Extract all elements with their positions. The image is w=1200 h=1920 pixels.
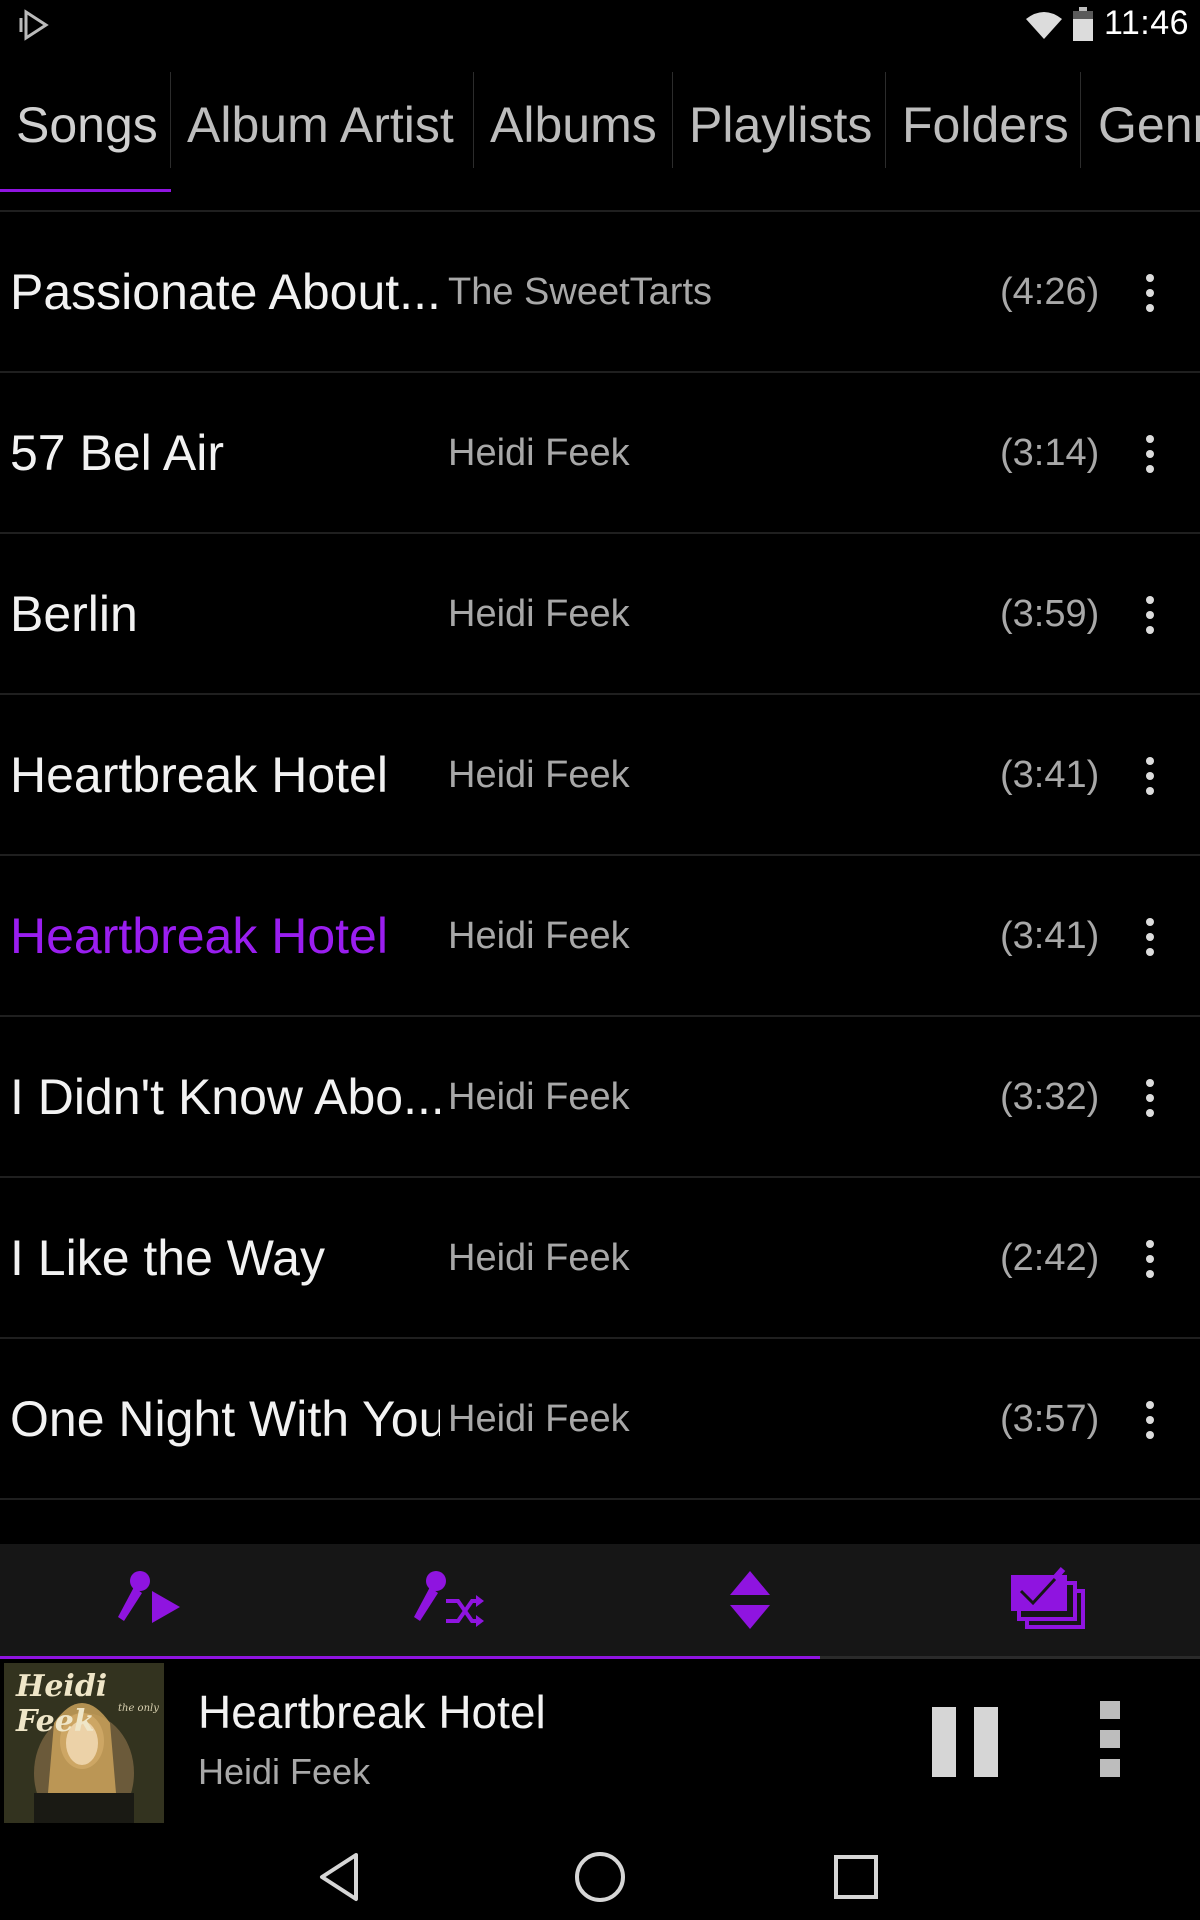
tab-folders[interactable]: Folders [902, 62, 1069, 174]
song-title: One Night With You [10, 1391, 440, 1447]
song-duration: (3:59) [1000, 593, 1100, 635]
overflow-menu-icon[interactable] [1130, 1073, 1170, 1123]
song-duration: (3:41) [1000, 754, 1100, 796]
song-artist: The SweetTarts [448, 271, 712, 313]
overflow-menu-icon[interactable] [1130, 751, 1170, 801]
song-artist: Heidi Feek [448, 915, 630, 957]
song-row[interactable]: 57 Bel Air Heidi Feek (3:14) [0, 373, 1200, 534]
tab-divider [170, 72, 171, 168]
now-playing-bar[interactable]: Heidi Feek the only Heartbreak Hotel Hei… [0, 1659, 1200, 1829]
album-art[interactable]: Heidi Feek the only [4, 1663, 164, 1823]
song-artist: Heidi Feek [448, 432, 630, 474]
recents-icon[interactable] [826, 1847, 886, 1907]
status-bar: 11:46 [0, 0, 1200, 50]
song-title: I Didn't Know Abo... [10, 1069, 440, 1125]
action-bar [0, 1544, 1200, 1656]
home-icon[interactable] [570, 1847, 630, 1907]
album-art-subtitle: the only [118, 1703, 159, 1714]
song-title: Berlin [10, 586, 138, 642]
tab-divider [672, 72, 673, 168]
battery-icon [1073, 7, 1093, 41]
song-duration: (3:32) [1000, 1076, 1100, 1118]
song-duration: (3:41) [1000, 915, 1100, 957]
song-row[interactable]: I Didn't Know Abo... Heidi Feek (3:32) [0, 1017, 1200, 1178]
tab-album-artist[interactable]: Album Artist [187, 62, 454, 174]
sort-icon [730, 1571, 770, 1629]
song-artist: Heidi Feek [448, 754, 630, 796]
system-nav-bar [0, 1829, 1200, 1920]
tab-playlists[interactable]: Playlists [689, 62, 872, 174]
shuffle-all-button[interactable] [300, 1544, 600, 1656]
now-playing-title: Heartbreak Hotel [198, 1686, 546, 1738]
song-artist: Heidi Feek [448, 1398, 630, 1440]
overflow-menu-icon[interactable] [1130, 1234, 1170, 1284]
shuffle-all-icon [414, 1571, 484, 1627]
overflow-menu-icon[interactable] [1130, 1395, 1170, 1445]
pause-icon[interactable] [930, 1707, 1002, 1777]
song-title: I Like the Way [10, 1230, 325, 1286]
tab-divider [473, 72, 474, 168]
multi-select-button[interactable] [900, 1544, 1200, 1656]
song-row[interactable]: One Night With You Heidi Feek (3:57) [0, 1339, 1200, 1500]
sort-button[interactable] [600, 1544, 900, 1656]
song-title: Passionate About... [10, 264, 440, 320]
tab-divider [885, 72, 886, 168]
tab-genres[interactable]: Genr [1098, 62, 1200, 174]
multi-select-icon [1011, 1567, 1085, 1629]
now-playing-artist: Heidi Feek [198, 1751, 371, 1792]
tab-songs[interactable]: Songs [16, 62, 158, 174]
overflow-menu-icon[interactable] [1130, 590, 1170, 640]
library-tabs: Songs Album Artist Albums Playlists Fold… [0, 62, 1200, 192]
song-row[interactable]: Berlin Heidi Feek (3:59) [0, 534, 1200, 695]
tab-albums[interactable]: Albums [490, 62, 657, 174]
status-clock: 11:46 [1104, 4, 1190, 42]
song-row[interactable]: I Like the Way Heidi Feek (2:42) [0, 1178, 1200, 1339]
song-duration: (3:57) [1000, 1398, 1100, 1440]
song-duration: (3:14) [1000, 432, 1100, 474]
song-title: Heartbreak Hotel [10, 908, 388, 964]
tab-divider [1080, 72, 1081, 168]
back-icon[interactable] [312, 1847, 372, 1907]
overflow-menu-icon[interactable] [1130, 429, 1170, 479]
now-playing-menu-icon[interactable] [1092, 1697, 1128, 1781]
overflow-menu-icon[interactable] [1130, 268, 1170, 318]
song-row[interactable]: Passionate About... The SweetTarts (4:26… [0, 212, 1200, 373]
song-duration: (4:26) [1000, 271, 1100, 313]
overflow-menu-icon[interactable] [1130, 912, 1170, 962]
song-list[interactable]: Passionate About... The SweetTarts (4:26… [0, 210, 1200, 1544]
wifi-icon [1026, 12, 1062, 39]
song-artist: Heidi Feek [448, 593, 630, 635]
song-artist: Heidi Feek [448, 1237, 630, 1279]
app-notification-icon [19, 9, 49, 41]
song-duration: (2:42) [1000, 1237, 1100, 1279]
song-row[interactable]: Heartbreak Hotel Heidi Feek (3:41) [0, 695, 1200, 856]
song-artist: Heidi Feek [448, 1076, 630, 1118]
active-tab-indicator [0, 189, 171, 192]
song-row-now-playing[interactable]: Heartbreak Hotel Heidi Feek (3:41) [0, 856, 1200, 1017]
play-all-button[interactable] [0, 1544, 300, 1656]
song-title: Heartbreak Hotel [10, 747, 388, 803]
play-all-icon [118, 1571, 180, 1623]
song-title: 57 Bel Air [10, 425, 225, 481]
